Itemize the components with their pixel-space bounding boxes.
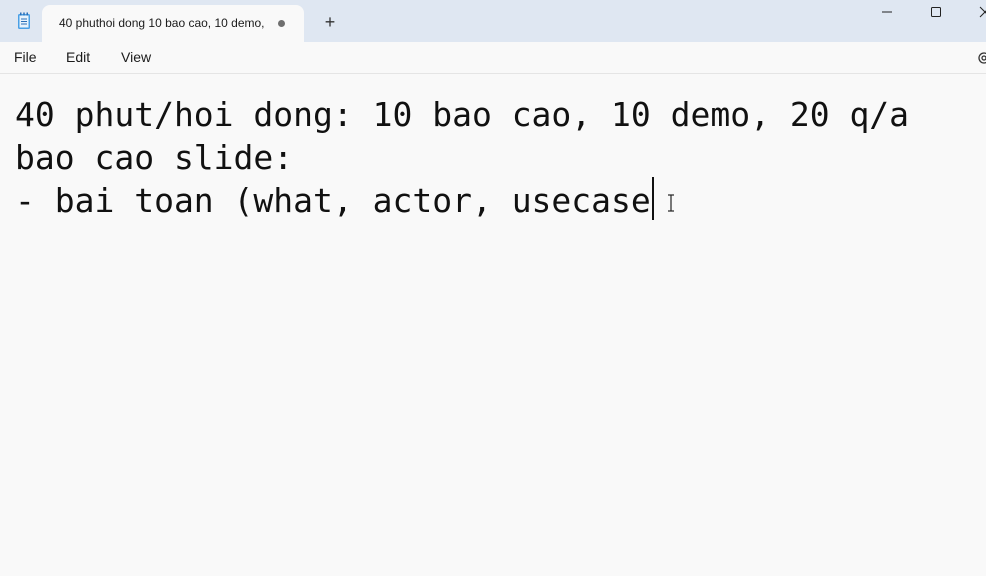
text-cursor-icon xyxy=(668,194,674,212)
menu-view[interactable]: View xyxy=(121,49,151,65)
minimize-icon xyxy=(882,11,892,13)
editor-line-2: bao cao slide: xyxy=(15,138,294,177)
gear-icon[interactable] xyxy=(976,50,986,66)
menu-bar: File Edit View xyxy=(0,42,986,74)
unsaved-dot-icon[interactable] xyxy=(278,20,285,27)
notepad-icon xyxy=(18,12,30,29)
text-caret xyxy=(652,177,654,220)
tab-title: 40 phuthoi dong 10 bao cao, 10 demo, 20 … xyxy=(59,16,264,30)
minimize-button[interactable] xyxy=(864,0,910,28)
new-tab-button[interactable]: + xyxy=(318,10,342,34)
menu-file[interactable]: File xyxy=(14,49,37,65)
notepad-window: 40 phuthoi dong 10 bao cao, 10 demo, 20 … xyxy=(0,0,986,576)
menu-edit[interactable]: Edit xyxy=(66,49,90,65)
editor-line-3: - bai toan (what, actor, usecase xyxy=(15,181,651,220)
editor-line-1: 40 phut/hoi dong: 10 bao cao, 10 demo, 2… xyxy=(15,95,910,134)
title-bar: 40 phuthoi dong 10 bao cao, 10 demo, 20 … xyxy=(0,0,986,42)
maximize-button[interactable] xyxy=(913,0,959,28)
maximize-icon xyxy=(931,7,941,17)
close-icon xyxy=(979,6,986,18)
close-button[interactable] xyxy=(962,0,986,28)
tab-document[interactable]: 40 phuthoi dong 10 bao cao, 10 demo, 20 … xyxy=(42,5,304,42)
text-editor[interactable]: 40 phut/hoi dong: 10 bao cao, 10 demo, 2… xyxy=(0,74,986,576)
